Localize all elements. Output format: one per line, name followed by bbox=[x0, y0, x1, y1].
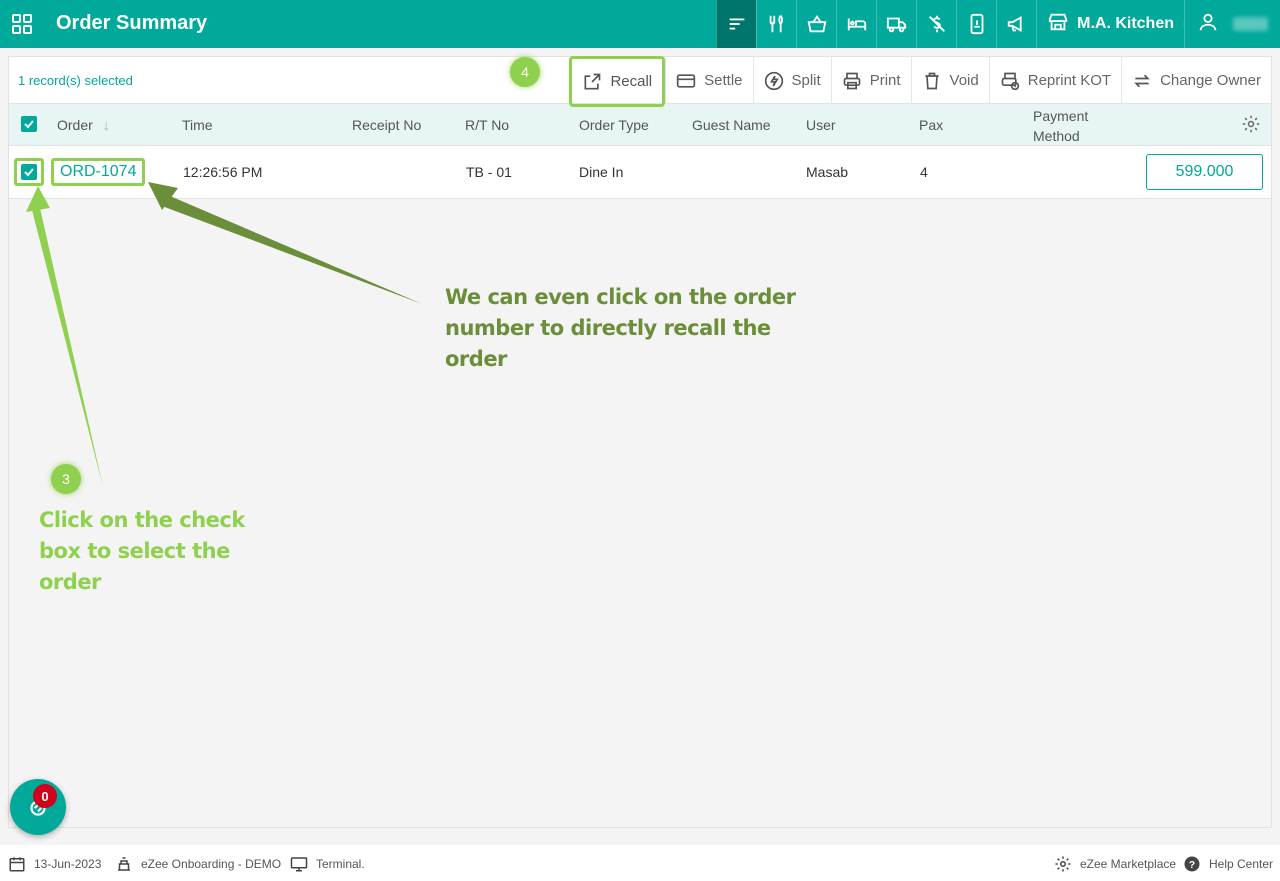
order-note-line2: number to directly recall the bbox=[445, 316, 771, 340]
column-time: Time bbox=[182, 117, 213, 133]
order-number-link[interactable]: ORD-1074 bbox=[51, 158, 146, 186]
help-center-link[interactable]: ? Help Center bbox=[1183, 855, 1273, 873]
footer-property-text: eZee Onboarding - DEMO bbox=[141, 857, 282, 871]
order-user: Masab bbox=[806, 164, 849, 180]
footer-terminal: Terminal. bbox=[290, 855, 365, 873]
external-link-icon bbox=[584, 73, 601, 89]
split-button[interactable]: Split bbox=[752, 57, 831, 104]
calendar-icon bbox=[9, 857, 25, 872]
order-summary-panel: 1 record(s) selected Recall Settle Split… bbox=[8, 56, 1272, 828]
marketplace-text: eZee Marketplace bbox=[1080, 857, 1177, 871]
column-rt-no: R/T No bbox=[465, 117, 510, 133]
void-button[interactable]: Void bbox=[910, 57, 989, 104]
status-footer: 13-Jun-2023 eZee Onboarding - DEMO Termi… bbox=[0, 845, 1280, 881]
user-menu[interactable] bbox=[1184, 0, 1280, 48]
column-payment-method: Payment Method bbox=[1033, 106, 1088, 146]
header-nav: M.A. Kitchen bbox=[716, 0, 1280, 48]
lightning-icon bbox=[764, 71, 783, 90]
reprint-kot-button[interactable]: Reprint KOT bbox=[988, 57, 1121, 104]
announcement-icon[interactable] bbox=[996, 0, 1036, 48]
gear-icon[interactable] bbox=[1241, 114, 1261, 137]
monitor-icon bbox=[290, 857, 308, 872]
payment-method-line2: Method bbox=[1033, 128, 1080, 144]
step-4-badge: 4 bbox=[510, 57, 540, 87]
step-3-badge: 3 bbox=[51, 464, 81, 494]
settle-button[interactable]: Settle bbox=[665, 57, 752, 104]
reprint-icon bbox=[1001, 72, 1019, 90]
change-owner-button[interactable]: Change Owner bbox=[1121, 57, 1271, 104]
order-time: 12:26:56 PM bbox=[183, 164, 263, 180]
footer-terminal-text: Terminal. bbox=[316, 857, 365, 871]
store-icon bbox=[1047, 11, 1069, 38]
printer-icon bbox=[843, 72, 861, 89]
step3-line2: box to select the bbox=[39, 539, 230, 563]
column-guest-name: Guest Name bbox=[692, 117, 771, 133]
help-icon: ? bbox=[1184, 856, 1200, 872]
order-note-line3: order bbox=[445, 347, 507, 371]
footer-date: 13-Jun-2023 bbox=[8, 855, 101, 873]
delivery-icon[interactable] bbox=[876, 0, 916, 48]
top-header: Order Summary M.A. Kitchen bbox=[0, 0, 1280, 48]
help-center-text: Help Center bbox=[1209, 857, 1274, 871]
checkbox-note: Click on the check box to select the ord… bbox=[39, 505, 245, 598]
page-title: Order Summary bbox=[56, 12, 208, 34]
print-button[interactable]: Print bbox=[830, 57, 911, 104]
settle-label: Settle bbox=[704, 72, 743, 89]
column-order[interactable]: Order ↓ bbox=[57, 117, 110, 133]
order-rt-no: TB - 01 bbox=[466, 164, 512, 180]
sort-down-icon[interactable]: ↓ bbox=[103, 117, 110, 133]
table-header: Order ↓ Time Receipt No R/T No Order Typ… bbox=[9, 104, 1271, 146]
selection-count: 1 record(s) selected bbox=[18, 73, 133, 88]
trash-icon bbox=[924, 72, 939, 89]
room-icon[interactable] bbox=[836, 0, 876, 48]
recall-button[interactable]: Recall bbox=[569, 56, 666, 107]
no-charge-icon[interactable] bbox=[916, 0, 956, 48]
footer-property: eZee Onboarding - DEMO bbox=[115, 855, 281, 873]
step3-line3: order bbox=[39, 570, 101, 594]
basket-icon[interactable] bbox=[796, 0, 836, 48]
svg-text:?: ? bbox=[1189, 859, 1195, 871]
action-buttons: Recall Settle Split Print Void Reprint K… bbox=[569, 56, 1271, 107]
dine-in-icon[interactable] bbox=[756, 0, 796, 48]
mobile-order-icon[interactable] bbox=[956, 0, 996, 48]
column-user: User bbox=[806, 117, 836, 133]
table-row[interactable]: ORD-1074 12:26:56 PM TB - 01 Dine In Mas… bbox=[9, 146, 1271, 199]
sort-icon[interactable] bbox=[716, 0, 757, 48]
user-name bbox=[1233, 17, 1268, 31]
column-order-type: Order Type bbox=[579, 117, 649, 133]
row-checkbox[interactable] bbox=[21, 164, 37, 180]
change-owner-label: Change Owner bbox=[1160, 72, 1261, 89]
footer-date-text: 13-Jun-2023 bbox=[34, 857, 102, 871]
marketplace-link[interactable]: eZee Marketplace bbox=[1054, 855, 1176, 873]
order-amount-button[interactable]: 599.000 bbox=[1146, 154, 1263, 190]
notification-badge: 0 bbox=[33, 784, 57, 808]
column-order-label: Order bbox=[57, 117, 93, 133]
property-icon bbox=[118, 857, 130, 871]
void-label: Void bbox=[949, 72, 979, 89]
apps-grid-icon[interactable] bbox=[10, 12, 34, 36]
kitchen-name: M.A. Kitchen bbox=[1077, 15, 1174, 32]
order-type: Dine In bbox=[579, 164, 624, 180]
payment-method-line1: Payment bbox=[1033, 108, 1089, 124]
outlet-selector[interactable]: M.A. Kitchen bbox=[1036, 0, 1184, 48]
settings-icon bbox=[1055, 856, 1071, 872]
column-pax: Pax bbox=[919, 117, 944, 133]
print-label: Print bbox=[869, 72, 901, 89]
column-receipt-no: Receipt No bbox=[352, 117, 422, 133]
select-all-checkbox[interactable] bbox=[21, 116, 37, 132]
reprint-kot-label: Reprint KOT bbox=[1027, 72, 1112, 89]
order-note-line1: We can even click on the order bbox=[445, 285, 796, 309]
recall-label: Recall bbox=[610, 73, 653, 90]
swap-icon bbox=[1134, 74, 1150, 87]
order-link-note: We can even click on the order number to… bbox=[445, 282, 796, 375]
card-icon bbox=[676, 73, 696, 88]
step3-line1: Click on the check bbox=[39, 508, 245, 532]
action-toolbar: 1 record(s) selected Recall Settle Split… bbox=[9, 56, 1271, 107]
split-label: Split bbox=[791, 72, 821, 89]
user-icon bbox=[1197, 11, 1219, 38]
order-pax: 4 bbox=[920, 164, 928, 180]
